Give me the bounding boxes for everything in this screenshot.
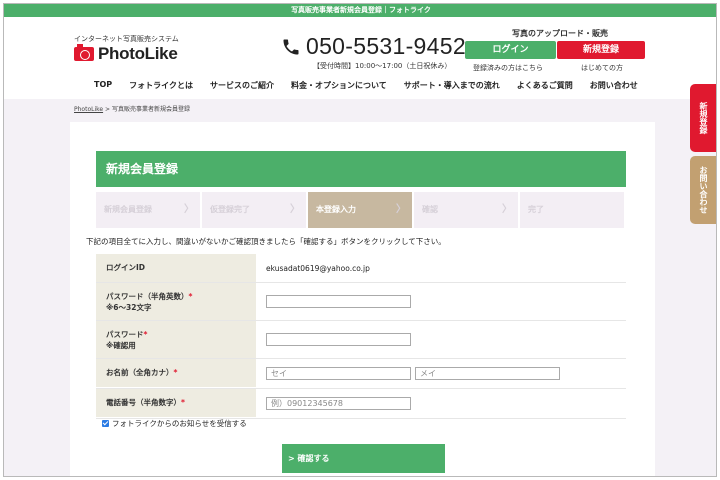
password-note: ※6～32文字	[106, 303, 152, 312]
breadcrumb-current: 写真販売事業者新規会員登録	[111, 106, 190, 113]
phone-cell: 例）09012345678	[256, 389, 626, 418]
step-label: 仮登録完了	[210, 205, 250, 214]
side-register-tab[interactable]: 新規登録	[690, 84, 716, 152]
chevron-right-icon: 〉	[184, 204, 194, 215]
site-logo[interactable]: PhotoLike	[74, 44, 178, 64]
confirm-button[interactable]: > 確認する	[282, 444, 445, 473]
name-cell: セイ メイ	[256, 359, 626, 388]
step-indicator: 新規会員登録 〉 仮登録完了 〉 本登録入力 〉 確認 〉 完了	[96, 192, 626, 228]
name-label-text: お名前（全角カナ）	[106, 368, 174, 377]
form-row-password: パスワード（半角英数）* ※6～32文字	[96, 283, 626, 321]
nav-item-top[interactable]: TOP	[94, 80, 112, 91]
instruction-text: 下記の項目全てに入力し、間違いがないかご確認頂きましたら「確認する」ボタンをクリ…	[86, 237, 446, 246]
login-subtext: 登録済みの方はこちら	[473, 64, 543, 72]
newsletter-checkbox[interactable]	[102, 420, 109, 427]
login-id-label-text: ログインID	[106, 263, 146, 272]
name-sei-input[interactable]: セイ	[266, 367, 411, 380]
phone-label-text: 電話番号（半角数字）	[106, 398, 181, 407]
newsletter-label: フォトライクからのお知らせを受信する	[112, 419, 247, 428]
step-5: 完了	[520, 192, 626, 228]
phone-block: 050-5531-9452	[281, 33, 466, 60]
name-label: お名前（全角カナ）*	[96, 359, 256, 387]
page-title: 新規会員登録	[96, 151, 626, 187]
required-mark: *	[188, 292, 193, 301]
phone-input[interactable]: 例）09012345678	[266, 397, 411, 410]
password-confirm-input[interactable]	[266, 333, 411, 346]
form-row-login-id: ログインID ekusadat0619@yahoo.co.jp	[96, 254, 626, 283]
site-tagline: インターネット写真販売システム	[74, 35, 179, 43]
form-row-password-confirm: パスワード* ※確認用	[96, 321, 626, 359]
login-id-label: ログインID	[96, 254, 256, 282]
breadcrumb-separator: >	[105, 106, 111, 113]
camera-icon	[74, 44, 94, 61]
password-confirm-cell	[256, 321, 626, 358]
main-nav: TOP フォトライクとは サービスのご紹介 料金・オプションについて サポート・…	[94, 80, 655, 91]
logo-text: PhotoLike	[98, 44, 178, 63]
registration-form: ログインID ekusadat0619@yahoo.co.jp パスワード（半角…	[96, 254, 626, 419]
step-4: 確認 〉	[414, 192, 520, 228]
step-label: 確認	[422, 205, 438, 214]
password-confirm-note: ※確認用	[106, 341, 136, 350]
breadcrumb: PhotoLike > 写真販売事業者新規会員登録	[74, 104, 190, 113]
phone-icon	[283, 39, 299, 54]
form-row-name: お名前（全角カナ）* セイ メイ	[96, 359, 626, 389]
step-1: 新規会員登録 〉	[96, 192, 202, 228]
password-confirm-label: パスワード* ※確認用	[96, 321, 256, 358]
upload-label: 写真のアップロード・販売	[512, 29, 608, 38]
login-button[interactable]: ログイン	[465, 41, 556, 59]
nav-item-contact[interactable]: お問い合わせ	[590, 80, 638, 91]
site-header: インターネット写真販売システム PhotoLike 050-5531-9452 …	[4, 17, 716, 99]
breadcrumb-home[interactable]: PhotoLike	[74, 106, 103, 113]
password-label-text: パスワード（半角英数）	[106, 292, 189, 301]
required-mark: *	[143, 330, 148, 339]
newsletter-option[interactable]: フォトライクからのお知らせを受信する	[102, 418, 247, 429]
register-button[interactable]: 新規登録	[557, 41, 645, 59]
registration-panel: 新規会員登録 新規会員登録 〉 仮登録完了 〉 本登録入力 〉 確認 〉 完了 …	[70, 122, 655, 476]
register-subtext: はじめての方	[581, 64, 623, 72]
step-label: 本登録入力	[316, 205, 356, 214]
form-row-phone: 電話番号（半角数字）* 例）09012345678	[96, 389, 626, 419]
nav-item-services[interactable]: サービスのご紹介	[210, 80, 274, 91]
nav-item-about[interactable]: フォトライクとは	[129, 80, 193, 91]
phone-label: 電話番号（半角数字）*	[96, 389, 256, 417]
name-mei-input[interactable]: メイ	[415, 367, 560, 380]
step-3-active: 本登録入力 〉	[308, 192, 414, 228]
chevron-right-icon: 〉	[290, 204, 300, 215]
required-mark: *	[173, 368, 178, 377]
nav-item-pricing[interactable]: 料金・オプションについて	[291, 80, 387, 91]
phone-number: 050-5531-9452	[306, 33, 466, 59]
business-hours: 【受付時間】10:00～17:00（土日祝休み）	[313, 62, 452, 70]
browser-frame: 写真販売事業者新規会員登録｜フォトライク インターネット写真販売システム Pho…	[3, 3, 717, 477]
password-input[interactable]	[266, 295, 411, 308]
nav-item-faq[interactable]: よくあるご質問	[517, 80, 573, 91]
side-contact-tab[interactable]: お問い合わせ	[690, 156, 716, 224]
top-banner: 写真販売事業者新規会員登録｜フォトライク	[4, 4, 716, 17]
nav-item-support[interactable]: サポート・導入までの流れ	[404, 80, 500, 91]
chevron-right-icon: 〉	[502, 204, 512, 215]
required-mark: *	[181, 398, 185, 407]
password-cell	[256, 283, 626, 320]
step-2: 仮登録完了 〉	[202, 192, 308, 228]
password-confirm-label-text: パスワード	[106, 330, 144, 339]
login-id-value: ekusadat0619@yahoo.co.jp	[266, 263, 370, 273]
step-label: 新規会員登録	[104, 205, 152, 214]
password-label: パスワード（半角英数）* ※6～32文字	[96, 283, 256, 320]
chevron-right-icon: 〉	[396, 204, 406, 215]
step-label: 完了	[528, 205, 544, 214]
